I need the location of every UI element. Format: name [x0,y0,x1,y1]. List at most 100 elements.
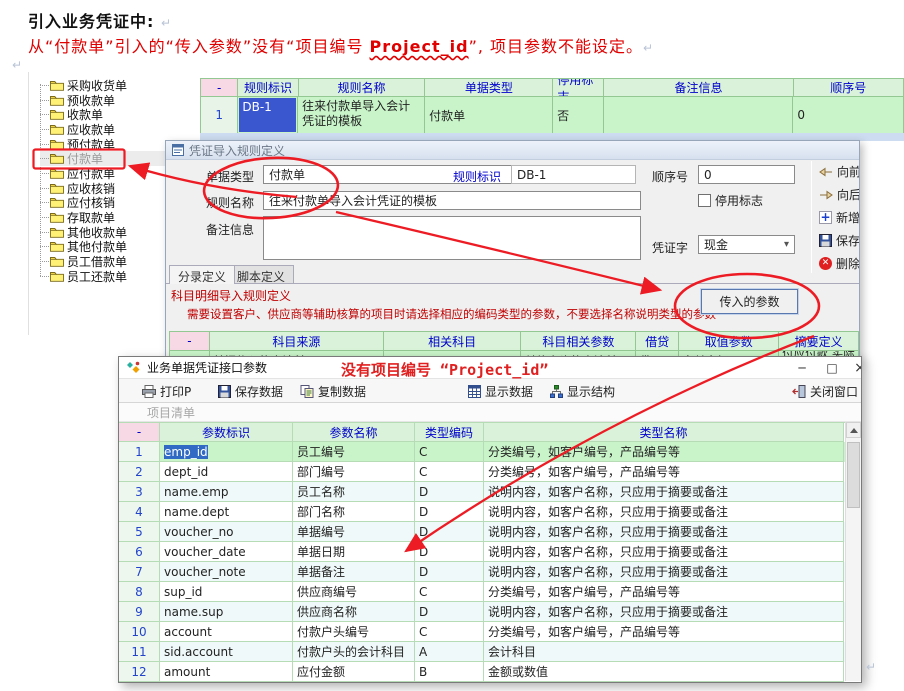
table-row[interactable]: 3 name.emp 员工名称 D 说明内容，如客户名称，只应用于摘要或备注 [119,482,845,502]
row-number: 6 [119,542,160,562]
button-label: 删除 [836,255,860,272]
vertical-scrollbar[interactable] [845,422,861,681]
column-header: - [119,423,160,442]
disabled-flag-checkbox[interactable]: 停用标志 [698,192,763,209]
add-button[interactable]: 新增 [819,209,860,226]
show-data-button[interactable]: 显示数据 [465,381,536,401]
close-button[interactable]: × [847,357,862,378]
column-header: 科目来源 [210,332,384,351]
tree-item[interactable]: 应收核销 [40,181,170,196]
move-back-button[interactable]: 向后 [819,186,860,203]
save-data-button[interactable]: 保存数据 [215,381,286,401]
tree-item[interactable]: 预收款单 [40,93,170,108]
dialog-title: 业务单据凭证接口参数 [147,359,267,376]
delete-button[interactable]: 删除 [819,255,860,272]
row-number: 10 [119,622,160,642]
table-row[interactable]: 11 sid.account 付款户头的会计科目 A 会计科目 [119,642,845,662]
rule-name-input[interactable]: 往来付款单导入会计凭证的模板 [263,191,641,210]
scrollbar-thumb[interactable] [847,442,860,508]
cell-param-name: 部门编号 [293,462,415,482]
show-structure-button[interactable]: 显示结构 [547,381,618,401]
maximize-button[interactable]: □ [819,357,845,378]
column-header: - [201,79,238,97]
minimize-button[interactable]: ─ [789,357,815,378]
table-row[interactable]: 7 voucher_note 单据备注 D 说明内容，如客户名称，只应用于摘要或… [119,562,845,582]
tree-item[interactable]: 其他收款单 [40,225,170,240]
folder-icon [50,139,64,150]
tree-connector [40,173,49,174]
rules-table-header: - 规则标识 规则名称 单据类型 停用标志 备注信息 顺序号 [201,79,904,97]
tree-item[interactable]: 应收款单 [40,122,170,137]
column-header: 摘要定义 [779,332,859,351]
tree-item-label: 员工还款单 [67,268,127,285]
tab-entry-definition[interactable]: 分录定义 [169,265,235,284]
table-row[interactable]: 12 amount 应付金额 B 金额或数值 [119,662,845,682]
tree-item[interactable]: 付款单 [40,151,170,166]
cell-rule-id: DB-1 [238,97,298,134]
cell-param-name: 员工编号 [293,442,415,462]
dialog-titlebar[interactable]: 凭证导入规则定义 [166,141,859,160]
tree-item[interactable]: 应付核销 [40,196,170,211]
save-icon [819,234,832,247]
minimize-icon: ─ [798,361,805,375]
column-header: 借贷 [636,332,679,351]
table-row[interactable]: 2 dept_id 部门编号 C 分类编号，如客户编号，产品编号等 [119,462,845,482]
copy-data-button[interactable]: 复制数据 [297,381,369,401]
tree-item[interactable]: 预付款单 [40,137,170,152]
rule-id-value: DB-1 [517,168,546,182]
close-icon: × [854,360,862,376]
print-button[interactable]: 打印P [139,381,194,401]
pane-divider [28,72,29,335]
table-row[interactable]: 1 emp_id 员工编号 C 分类编号，如客户编号，产品编号等 [119,442,845,462]
tree-item[interactable]: 采购收货单 [40,78,170,93]
row-number: 1 [119,442,160,462]
table-row[interactable]: 4 name.dept 部门名称 D 说明内容，如客户名称，只应用于摘要或备注 [119,502,845,522]
tab-label: 脚本定义 [237,270,285,284]
import-params-button[interactable]: 传入的参数 [701,289,798,314]
note-textarea[interactable] [263,216,641,260]
tree-connector [40,261,49,262]
cell-param-name: 付款户头编号 [293,622,415,642]
table-row[interactable]: 1 DB-1 往来付款单导入会计凭证的模板 付款单 否 0 [201,97,904,134]
cell-param-id: name.sup [160,602,293,622]
table-row[interactable]: 10 account 付款户头编号 C 分类编号，如客户编号，产品编号等 [119,622,845,642]
dialog-icon [127,361,141,374]
group-header: 项目清单 [119,403,861,422]
table-row[interactable]: 6 voucher_date 单据日期 D 说明内容，如客户名称，只应用于摘要或… [119,542,845,562]
button-label: 显示数据 [485,383,533,400]
row-number: 5 [119,522,160,542]
close-window-button[interactable]: 关闭窗口 [789,381,861,401]
voucher-word-value: 现金 [704,236,728,253]
annotation-text-post: ”, 项目参数不能设定。 [469,37,643,56]
copy-icon [300,385,314,398]
table-row[interactable]: 5 voucher_no 单据编号 D 说明内容，如客户名称，只应用于摘要或备注 [119,522,845,542]
scroll-up-button[interactable] [846,422,861,438]
rule-id-input[interactable]: DB-1 [511,165,636,184]
tree-item[interactable]: 收款单 [40,107,170,122]
cell-type-name: 会计科目 [484,642,844,662]
tree-item[interactable]: 存取款单 [40,210,170,225]
tab-script-definition[interactable]: 脚本定义 [228,265,294,283]
button-label: 保存 [836,232,860,249]
rule-name-value: 往来付款单导入会计凭证的模板 [269,192,437,209]
tree-item[interactable]: 其他付款单 [40,240,170,255]
folder-icon [50,109,64,120]
button-label: 新增 [836,209,860,226]
cell-type-name: 分类编号，如客户编号，产品编号等 [484,462,844,482]
button-label: 显示结构 [567,383,615,400]
cell-param-name: 供应商名称 [293,602,415,622]
tree-connector [40,144,49,145]
column-header: 备注信息 [604,79,793,97]
side-panel-divider [811,161,812,273]
tree-item[interactable]: 员工借款单 [40,254,170,269]
button-label: 传入的参数 [719,293,779,310]
move-forward-button[interactable]: 向前 [819,163,860,180]
table-row[interactable]: 8 sup_id 供应商编号 C 分类编号，如客户编号，产品编号等 [119,582,845,602]
order-input[interactable]: 0 [698,165,795,184]
row-number: 12 [119,662,160,682]
voucher-word-dropdown[interactable]: 现金 ▾ [698,235,795,254]
save-button[interactable]: 保存 [819,232,860,249]
tree-item[interactable]: 应付款单 [40,166,170,181]
tree-item[interactable]: 员工还款单 [40,269,170,284]
table-row[interactable]: 9 name.sup 供应商名称 D 说明内容，如客户名称，只应用于摘要或备注 [119,602,845,622]
